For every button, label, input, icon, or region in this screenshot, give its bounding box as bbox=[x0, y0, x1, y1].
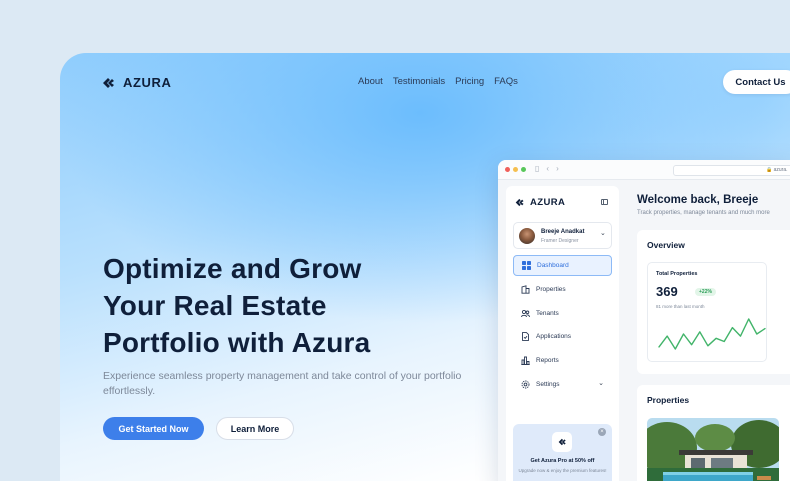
welcome-subtitle: Track properties, manage tenants and muc… bbox=[637, 210, 770, 216]
top-nav: About Testimonials Pricing FAQs bbox=[358, 76, 518, 87]
sidebar-item-label: Reports bbox=[536, 357, 559, 365]
headline-line-2: Your Real Estate bbox=[103, 290, 327, 321]
property-photo[interactable] bbox=[647, 418, 779, 481]
grid-icon bbox=[522, 261, 531, 270]
users-icon bbox=[521, 309, 530, 317]
learn-more-button[interactable]: Learn More bbox=[216, 417, 294, 440]
azura-logo-icon bbox=[103, 77, 114, 88]
bar-chart-icon bbox=[521, 356, 530, 366]
browser-titlebar: ▯ ‹ › 🔒 azura. bbox=[498, 160, 790, 180]
welcome-title: Welcome back, Breeje bbox=[637, 194, 759, 206]
maximize-dot-icon[interactable] bbox=[521, 167, 526, 172]
sidebar-item-applications[interactable]: Applications bbox=[513, 326, 612, 347]
app-sidebar: AZURA Breeje Anadkat Framer Designer ⌄ D… bbox=[506, 186, 619, 481]
sidebar-menu: Dashboard Properties Tenants Application… bbox=[513, 255, 612, 398]
sidebar-item-dashboard[interactable]: Dashboard bbox=[513, 255, 612, 276]
headline-line-3: Portfolio with Azura bbox=[103, 327, 371, 358]
headline-line-1: Optimize and Grow bbox=[103, 253, 362, 284]
stat-label: Total Properties bbox=[656, 271, 698, 277]
address-bar[interactable]: 🔒 azura. bbox=[673, 165, 790, 176]
stat-value: 369 bbox=[656, 284, 678, 299]
collapse-sidebar-icon[interactable] bbox=[601, 199, 608, 205]
sidebar-item-label: Dashboard bbox=[537, 262, 569, 269]
promo-logo bbox=[552, 432, 572, 452]
nav-link-pricing[interactable]: Pricing bbox=[455, 76, 484, 87]
sidebar-item-label: Settings bbox=[536, 380, 560, 388]
sidebar-item-settings[interactable]: Settings ⌄ bbox=[513, 374, 612, 395]
sidebar-brand-name: AZURA bbox=[530, 197, 566, 208]
close-dot-icon[interactable] bbox=[505, 167, 510, 172]
sidebar-item-label: Properties bbox=[536, 285, 566, 293]
get-started-button[interactable]: Get Started Now bbox=[103, 417, 204, 440]
browser-nav-controls: ▯ ‹ › bbox=[535, 164, 559, 173]
lock-icon: 🔒 bbox=[766, 167, 773, 173]
promo-title: Get Azura Pro at 50% off bbox=[530, 458, 595, 464]
building-icon bbox=[521, 284, 530, 294]
user-role: Framer Designer bbox=[541, 238, 579, 244]
sidebar-item-properties[interactable]: Properties bbox=[513, 279, 612, 300]
sidebar-item-reports[interactable]: Reports bbox=[513, 350, 612, 371]
stat-note: 81 more than last month bbox=[656, 304, 705, 309]
overview-title: Overview bbox=[647, 240, 685, 250]
azura-logo-icon bbox=[558, 438, 566, 446]
hero-subtext: Experience seamless property management … bbox=[103, 370, 462, 397]
user-profile-card[interactable]: Breeje Anadkat Framer Designer ⌄ bbox=[513, 222, 612, 249]
close-icon[interactable]: × bbox=[598, 428, 606, 436]
sidebar-item-tenants[interactable]: Tenants bbox=[513, 303, 612, 324]
sidebar-toggle-icon[interactable]: ▯ bbox=[535, 164, 539, 173]
overview-panel: Overview Total Properties 369 +22% 81 mo… bbox=[637, 230, 790, 374]
brand-logo[interactable]: AZURA bbox=[102, 75, 172, 90]
upgrade-promo-card: × Get Azura Pro at 50% off Upgrade now &… bbox=[513, 424, 612, 481]
property-image bbox=[647, 418, 779, 481]
nav-link-testimonials[interactable]: Testimonials bbox=[393, 76, 445, 87]
chevron-down-icon: ⌄ bbox=[600, 230, 606, 237]
status-badge: +22% bbox=[695, 288, 716, 296]
sidebar-item-label: Tenants bbox=[536, 309, 559, 317]
chevron-down-icon: ⌄ bbox=[598, 379, 604, 387]
sparkline-line bbox=[658, 318, 766, 350]
brand-name: AZURA bbox=[123, 75, 172, 90]
properties-title: Properties bbox=[647, 395, 690, 405]
total-properties-card[interactable]: Total Properties 369 +22% 81 more than l… bbox=[647, 262, 767, 362]
properties-panel: Properties bbox=[637, 385, 790, 481]
user-name: Breeje Anadkat bbox=[541, 229, 585, 235]
document-icon bbox=[522, 332, 529, 342]
back-arrow-icon[interactable]: ‹ bbox=[546, 164, 549, 173]
sparkline-chart bbox=[658, 318, 766, 350]
promo-subtitle: Upgrade now & enjoy the premium features… bbox=[518, 468, 607, 473]
nav-link-about[interactable]: About bbox=[358, 76, 383, 87]
sidebar-logo[interactable]: AZURA bbox=[515, 197, 565, 208]
forward-arrow-icon[interactable]: › bbox=[556, 164, 559, 173]
contact-us-button[interactable]: Contact Us bbox=[723, 70, 790, 94]
nav-link-faqs[interactable]: FAQs bbox=[494, 76, 518, 87]
gear-icon bbox=[521, 380, 530, 389]
app-window-preview: ▯ ‹ › 🔒 azura. AZURA Breeje Anadkat Fram… bbox=[498, 160, 790, 481]
minimize-dot-icon[interactable] bbox=[513, 167, 518, 172]
avatar bbox=[519, 228, 535, 244]
hero-headline: Optimize and Grow Your Real Estate Portf… bbox=[103, 250, 463, 361]
sidebar-item-label: Applications bbox=[536, 333, 572, 341]
azura-logo-icon bbox=[515, 198, 524, 207]
address-text: azura. bbox=[773, 167, 788, 173]
